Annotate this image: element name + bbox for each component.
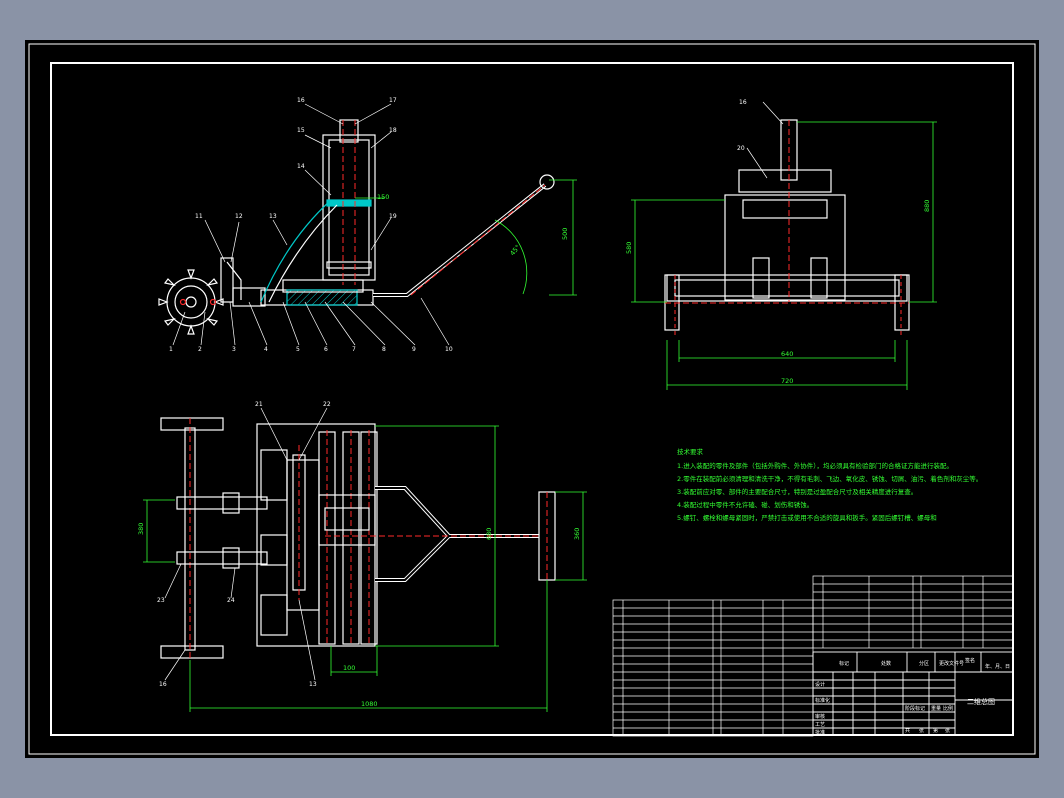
tb-header-1: 标记 [839,660,849,667]
part-label-24: 24 [227,597,235,604]
plan-dimensions [143,425,587,712]
dim-spring: 150 [377,193,389,201]
tech-notes: 技术要求 1.进入装配的零件及部件（包括外购件、外协件），均必须具有检验部门的合… [677,447,982,522]
side-wheel [158,269,224,335]
tb-header-5: 签名 [965,657,975,664]
part-label-6: 6 [324,346,328,353]
part-label-23: 23 [157,597,165,604]
part-label-9: 9 [412,346,416,353]
cad-drawing: 500 45° 1 2 3 4 5 6 7 8 9 10 11 12 13 14… [28,43,1036,755]
part-label-18: 18 [389,127,397,134]
dim-plan-length: 1080 [361,700,378,708]
tech-note-5: 5.螺钉、螺栓和螺母紧固时，严禁打击或使用不合适的旋具和扳手。紧固后螺钉槽、螺母… [677,513,937,522]
tb-stage-2: 重量 [931,705,941,712]
part-label-11: 11 [195,213,203,220]
part-label-10: 10 [445,346,453,353]
tb-sheet-1: 共 [905,727,910,734]
part-label-13: 13 [269,213,277,220]
tech-note-2: 2.零件在装配前必须清理和清洗干净，不得有毛刺、飞边、氧化皮、锈蚀、切屑、油污、… [677,474,982,483]
part-label-14: 14 [297,163,305,170]
dim-front-overall-width: 720 [781,377,793,385]
side-view [158,103,555,346]
part-label-15: 15 [297,127,305,134]
bom-table-left [612,599,814,737]
dim-plan-width: 680 [485,528,493,540]
part-label-2: 2 [198,346,202,353]
tb-header-2: 处数 [881,660,891,667]
dim-front-body-height: 580 [625,242,633,254]
dim-plan-handle-width: 360 [573,528,581,540]
part-label-16: 16 [297,97,305,104]
part-label-12: 12 [235,213,243,220]
tech-note-1: 1.进入装配的零件及部件（包括外购件、外协件），均必须具有检验部门的合格证方能进… [677,461,953,470]
tb-role-1: 设计 [815,681,825,688]
tb-role-5: 批准 [815,729,825,736]
tb-stage-3: 比例 [943,705,953,712]
dim-plan-tooth-pitch: 100 [343,664,355,672]
tb-sheet-4: 张 [945,727,950,734]
drawing-name: 二维总图 [967,697,995,706]
tb-header-6: 年、月、日 [985,663,1010,670]
tech-note-4: 4.装配过程中零件不允许磕、碰、划伤和锈蚀。 [677,500,813,509]
outer-frame [28,43,1036,755]
tb-role-3: 审核 [815,713,825,720]
dim-front-inner-width: 640 [781,350,793,358]
plan-view [160,407,556,681]
part-label-16b: 16 [739,99,747,106]
tb-sheet-2: 张 [919,727,924,734]
tech-notes-title: 技术要求 [677,447,704,456]
front-view [664,101,910,335]
tb-role-2: 标准化 [815,697,830,704]
part-label-7: 7 [352,346,356,353]
part-label-1: 1 [169,346,173,353]
part-label-19: 19 [389,213,397,220]
tb-header-3: 分区 [919,660,929,667]
part-label-3: 3 [232,346,236,353]
tb-sheet-3: 第 [933,727,938,734]
part-label-21: 21 [255,401,263,408]
tb-header-4: 更改文件号 [939,660,964,667]
dim-plan-wheel-track: 380 [137,523,145,535]
part-label-4: 4 [264,346,268,353]
part-label-26: 13 [309,681,317,688]
part-label-22: 22 [323,401,331,408]
part-label-5: 5 [296,346,300,353]
part-label-8: 8 [382,346,386,353]
part-label-25: 16 [159,681,167,688]
dim-side-height: 500 [561,228,569,240]
tb-role-4: 工艺 [815,722,825,728]
part-label-20: 20 [737,145,745,152]
drawing-sheet: 500 45° 1 2 3 4 5 6 7 8 9 10 11 12 13 14… [25,40,1039,758]
bom-table-right [812,575,1014,649]
tb-stage-1: 阶段标记 [905,705,925,712]
dim-front-total-height: 880 [923,200,931,212]
part-label-17: 17 [389,97,397,104]
tech-note-3: 3.装配前应对零、部件的主要配合尺寸，特别是过盈配合尺寸及相关精度进行复查。 [677,487,917,496]
